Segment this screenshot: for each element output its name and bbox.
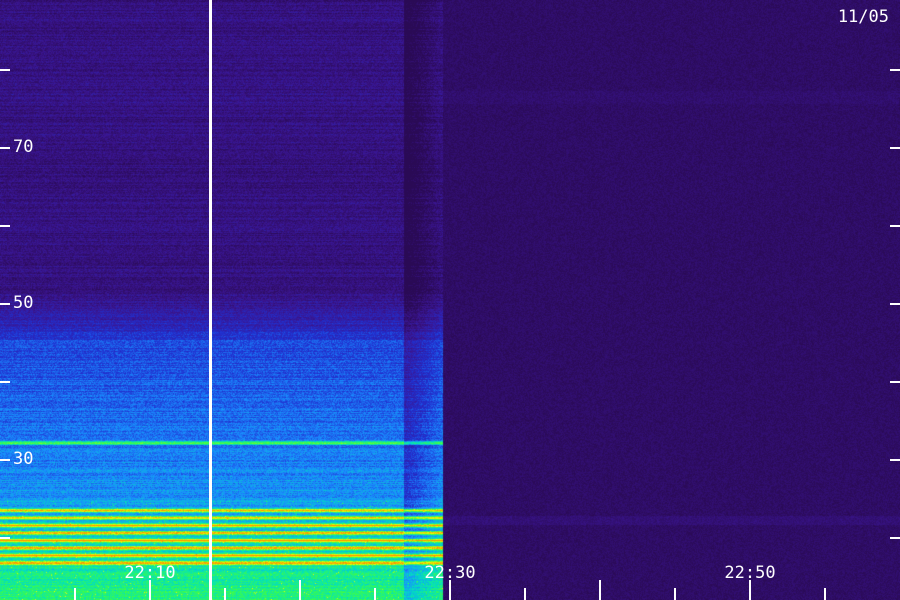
x-tick <box>674 588 676 600</box>
y-tick-right <box>890 147 900 149</box>
x-tick <box>824 588 826 600</box>
x-tick <box>224 588 226 600</box>
y-tick-right <box>890 381 900 383</box>
x-tick <box>299 580 301 600</box>
y-tick-right <box>890 459 900 461</box>
y-tick-right <box>890 69 900 71</box>
x-tick-label-2250: 22:50 <box>724 563 775 583</box>
chart-overlay: 70 50 30 22:10 22:30 22:50 11/05 <box>0 0 900 600</box>
y-tick-right <box>890 303 900 305</box>
y-tick-label-50: 50 <box>13 293 33 313</box>
y-tick-left <box>0 225 10 227</box>
x-tick <box>599 580 601 600</box>
time-marker-line <box>209 0 212 600</box>
y-tick-label-30: 30 <box>13 449 33 469</box>
x-tick <box>149 580 151 600</box>
right-ticks <box>890 69 900 539</box>
y-tick-right <box>890 225 900 227</box>
y-tick-left <box>0 381 10 383</box>
left-ticks <box>0 69 10 539</box>
bottom-ticks <box>74 580 826 600</box>
y-tick-left <box>0 459 10 461</box>
y-tick-right <box>890 537 900 539</box>
y-tick-left <box>0 303 10 305</box>
date-label: 11/05 <box>838 7 889 27</box>
x-tick <box>374 588 376 600</box>
y-tick-left <box>0 537 10 539</box>
x-tick <box>449 580 451 600</box>
y-tick-left <box>0 147 10 149</box>
x-tick <box>74 588 76 600</box>
x-tick <box>749 580 751 600</box>
x-tick-label-2230: 22:30 <box>424 563 475 583</box>
y-tick-label-70: 70 <box>13 137 33 157</box>
x-tick-label-2210: 22:10 <box>124 563 175 583</box>
x-tick <box>524 588 526 600</box>
y-tick-left <box>0 69 10 71</box>
